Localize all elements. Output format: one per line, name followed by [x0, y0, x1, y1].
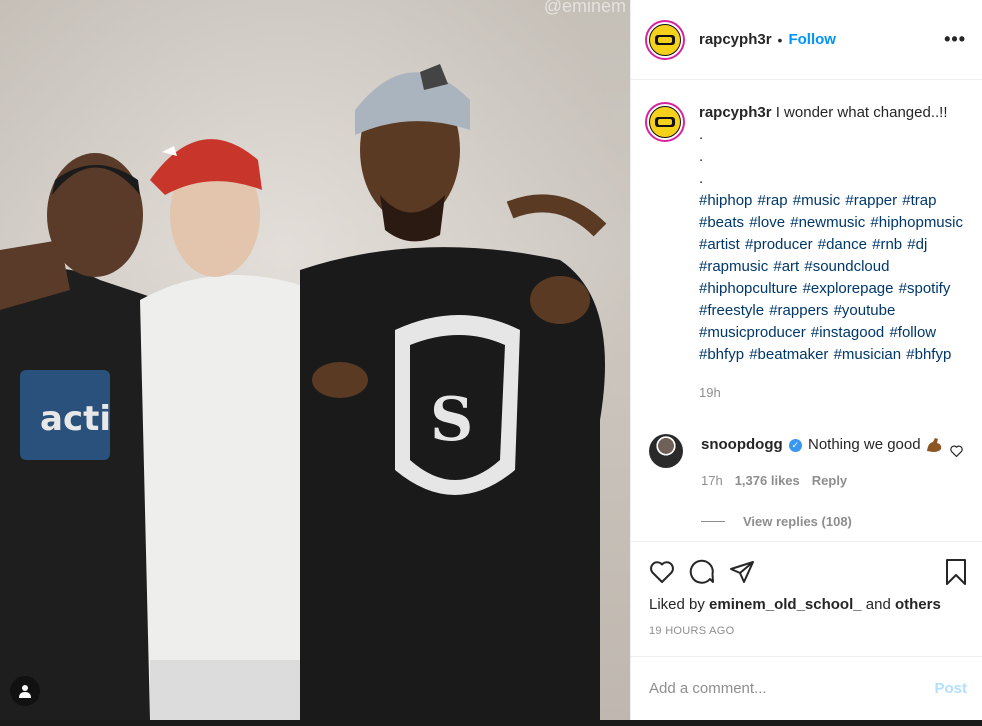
bottom-strip [0, 720, 982, 726]
share-icon [730, 561, 754, 583]
commenter-avatar[interactable] [649, 434, 683, 468]
like-button[interactable] [649, 560, 675, 584]
post-timestamp[interactable]: 19 HOURS AGO [649, 625, 967, 637]
comment-time[interactable]: 17h [701, 470, 723, 492]
liked-by: Liked by eminem_old_school_ and others [649, 596, 967, 613]
user-tag-icon [19, 685, 31, 698]
author-username[interactable]: rapcyph3r [699, 31, 772, 48]
caption-avatar[interactable] [645, 102, 685, 142]
comment-icon [689, 559, 714, 584]
author-avatar[interactable] [645, 19, 685, 60]
svg-text:acti: acti [40, 399, 111, 439]
more-options-button[interactable]: ••• [944, 29, 966, 50]
liked-by-prefix: Liked by [649, 596, 705, 613]
comment-username[interactable]: snoopdogg [701, 436, 783, 453]
liked-by-user[interactable]: eminem_old_school_ [709, 596, 862, 613]
follow-button[interactable]: Follow [788, 31, 836, 48]
comment-item: snoopdogg ✓ Nothing we good 17h 1,376 li… [645, 434, 967, 492]
flexed-biceps-icon [926, 438, 941, 453]
liked-by-others[interactable]: others [895, 596, 941, 613]
share-button[interactable] [729, 560, 755, 584]
comment-like-button[interactable] [950, 444, 963, 460]
post-side-panel: rapcyph3r • Follow ••• rapcyph3r I wonde… [630, 0, 982, 720]
caption-time[interactable]: 19h [699, 382, 967, 404]
liked-by-and: and [865, 596, 891, 613]
caption: rapcyph3r I wonder what changed..!! . . … [645, 102, 967, 404]
verified-icon: ✓ [788, 438, 802, 452]
comment-text: Nothing we good [808, 436, 921, 453]
comment-reply-button[interactable]: Reply [812, 470, 847, 492]
svg-text:S: S [430, 385, 473, 455]
caption-text: I wonder what changed..!! [775, 104, 948, 121]
rapcypher-logo-icon [655, 34, 675, 45]
post-actions: Liked by eminem_old_school_ and others 1… [631, 541, 982, 656]
caption-hashtags[interactable]: #hiphop #rap #music #rapper #trap #beats… [699, 190, 967, 366]
user-tag-button[interactable] [10, 676, 40, 706]
header-separator: • [777, 31, 783, 48]
comment-likes[interactable]: 1,376 likes [735, 470, 800, 492]
view-replies-label: View replies (108) [743, 514, 852, 529]
caption-username[interactable]: rapcyph3r [699, 104, 772, 121]
comment-input[interactable] [649, 680, 935, 697]
post-photo[interactable]: acti S @eminem [0, 0, 630, 720]
bookmark-icon [946, 559, 966, 585]
post-comment-button[interactable]: Post [934, 680, 967, 697]
comments-section[interactable]: rapcyph3r I wonder what changed..!! . . … [631, 80, 982, 541]
comment-button[interactable] [689, 559, 715, 585]
photo-illustration: acti S [0, 64, 607, 720]
comment-bar: Post [631, 656, 982, 720]
heart-icon [950, 445, 963, 458]
rapcypher-logo-icon [655, 117, 675, 127]
photo-watermark: @eminem [543, 0, 626, 16]
view-replies-button[interactable]: View replies (108) [701, 514, 967, 529]
caption-dots: . . . [699, 126, 704, 187]
view-replies-line [701, 521, 725, 522]
save-button[interactable] [945, 558, 967, 586]
heart-icon [650, 561, 674, 583]
post-header: rapcyph3r • Follow ••• [631, 0, 982, 80]
